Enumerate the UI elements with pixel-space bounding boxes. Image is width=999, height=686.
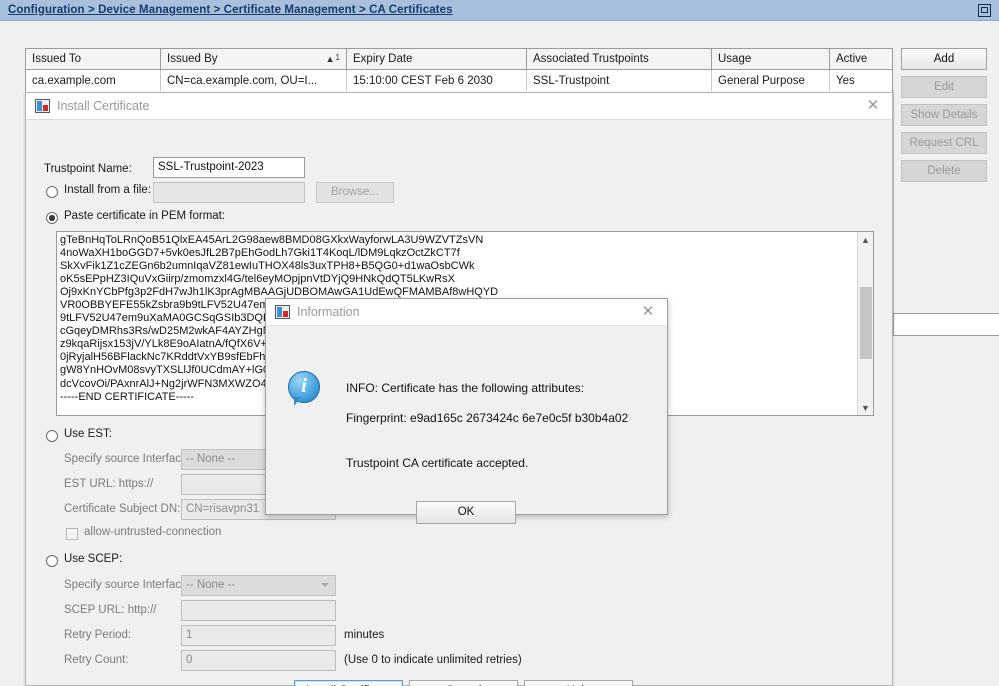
- close-icon[interactable]: ✕: [866, 98, 880, 113]
- application-root: Configuration > Device Management > Cert…: [0, 0, 999, 686]
- delete-button[interactable]: Delete: [901, 160, 987, 182]
- pem-scrollbar[interactable]: ▲ ▼: [857, 232, 873, 415]
- cell-associated-trustpoints: SSL-Trustpoint: [527, 70, 712, 91]
- information-dialog: Information ✕ i INFO: Certificate has th…: [265, 298, 668, 524]
- trustpoint-name-label: Trustpoint Name:: [44, 163, 132, 175]
- background-panel-divider: [893, 90, 894, 320]
- close-icon[interactable]: ✕: [641, 304, 655, 319]
- est-source-interface-label: Specify source Interface:: [64, 453, 191, 465]
- retry-period-label: Retry Period:: [64, 629, 132, 641]
- table-header-row: Issued To Issued By ▲ 1 Expiry Date Asso…: [26, 49, 892, 70]
- column-header-issued-to[interactable]: Issued To: [26, 49, 161, 69]
- retry-count-hint: (Use 0 to indicate unlimited retries): [344, 654, 522, 666]
- info-message-line-3: Trustpoint CA certificate accepted.: [346, 456, 529, 470]
- browse-button[interactable]: Browse...: [316, 182, 394, 203]
- caret-up-icon: ▲: [325, 53, 335, 64]
- scep-source-interface-select[interactable]: -- None --: [181, 575, 336, 596]
- column-header-issued-by-label: Issued By: [167, 53, 218, 65]
- allow-untrusted-connection-label: allow-untrusted-connection: [84, 526, 222, 538]
- chevron-down-icon[interactable]: ▼: [858, 400, 873, 415]
- retry-period-input[interactable]: 1: [181, 625, 336, 646]
- retry-count-label: Retry Count:: [64, 654, 129, 666]
- use-est-label: Use EST:: [64, 428, 112, 440]
- paste-pem-label: Paste certificate in PEM format:: [64, 210, 226, 222]
- use-scep-label: Use SCEP:: [64, 553, 123, 565]
- install-certificate-title: Install Certificate: [57, 99, 150, 113]
- certificate-icon: [35, 99, 50, 113]
- scep-url-input[interactable]: [181, 600, 336, 621]
- request-crl-button[interactable]: Request CRL: [901, 132, 987, 154]
- retry-count-input[interactable]: 0: [181, 650, 336, 671]
- table-action-buttons: Add Edit Show Details Request CRL Delete: [901, 48, 987, 188]
- edit-button[interactable]: Edit: [901, 76, 987, 98]
- information-dialog-body: i INFO: Certificate has the following at…: [266, 326, 667, 524]
- info-bubble-glyph: i: [301, 375, 307, 397]
- trustpoint-name-input[interactable]: SSL-Trustpoint-2023: [153, 157, 305, 178]
- est-source-interface-value: -- None --: [186, 453, 236, 465]
- paste-pem-radio[interactable]: [46, 212, 58, 224]
- retry-period-unit: minutes: [344, 629, 385, 641]
- show-details-button[interactable]: Show Details: [901, 104, 987, 126]
- column-header-expiry-date[interactable]: Expiry Date: [347, 49, 527, 69]
- add-button[interactable]: Add: [901, 48, 987, 70]
- cell-issued-to: ca.example.com: [26, 70, 161, 91]
- install-from-file-input[interactable]: [153, 182, 305, 203]
- cell-issued-by: CN=ca.example.com, OU=I...: [161, 70, 347, 91]
- column-header-associated-trustpoints[interactable]: Associated Trustpoints: [527, 49, 712, 69]
- chevron-up-icon[interactable]: ▲: [858, 232, 873, 247]
- chevron-down-icon: [321, 583, 329, 587]
- info-message-line-1: INFO: Certificate has the following attr…: [346, 381, 585, 395]
- est-subject-dn-label: Certificate Subject DN:: [64, 503, 181, 515]
- background-hidden-field[interactable]: [893, 313, 999, 336]
- info-bubble-icon: i: [288, 371, 324, 406]
- allow-untrusted-connection-checkbox[interactable]: [66, 528, 78, 540]
- table-row[interactable]: ca.example.com CN=ca.example.com, OU=I..…: [26, 70, 892, 91]
- info-message-fingerprint: Fingerprint: e9ad165c 2673424c 6e7e0c5f …: [346, 411, 629, 425]
- help-button[interactable]: Help: [524, 680, 633, 686]
- cell-usage: General Purpose: [712, 70, 830, 91]
- use-scep-radio[interactable]: [46, 555, 58, 567]
- est-url-label: EST URL: https://: [64, 478, 154, 490]
- certificate-icon: [275, 305, 290, 319]
- install-from-file-label: Install from a file:: [64, 184, 151, 196]
- breadcrumb[interactable]: Configuration > Device Management > Cert…: [0, 4, 453, 16]
- ok-button[interactable]: OK: [416, 501, 516, 524]
- restore-window-icon[interactable]: [978, 4, 991, 17]
- install-certificate-button[interactable]: Install Certificate: [294, 680, 403, 686]
- scep-url-label: SCEP URL: http://: [64, 604, 157, 616]
- sort-order-number: 1: [335, 52, 340, 62]
- install-certificate-titlebar: Install Certificate ✕: [26, 93, 892, 120]
- column-header-usage[interactable]: Usage: [712, 49, 830, 69]
- use-est-radio[interactable]: [46, 430, 58, 442]
- column-header-issued-by[interactable]: Issued By ▲ 1: [161, 49, 347, 69]
- scep-source-interface-label: Specify source Interface:: [64, 579, 191, 591]
- breadcrumb-bar: Configuration > Device Management > Cert…: [0, 0, 999, 21]
- information-dialog-titlebar: Information ✕: [266, 299, 667, 326]
- column-header-active[interactable]: Active: [830, 49, 892, 69]
- sort-indicator: ▲ 1: [325, 52, 340, 65]
- scep-source-interface-value: -- None --: [186, 579, 236, 591]
- cancel-button[interactable]: Cancel: [409, 680, 518, 686]
- information-dialog-title: Information: [297, 305, 360, 319]
- cell-expiry-date: 15:10:00 CEST Feb 6 2030: [347, 70, 527, 91]
- cell-active: Yes: [836, 74, 855, 87]
- install-from-file-radio[interactable]: [46, 186, 58, 198]
- pem-scrollbar-thumb[interactable]: [860, 287, 872, 359]
